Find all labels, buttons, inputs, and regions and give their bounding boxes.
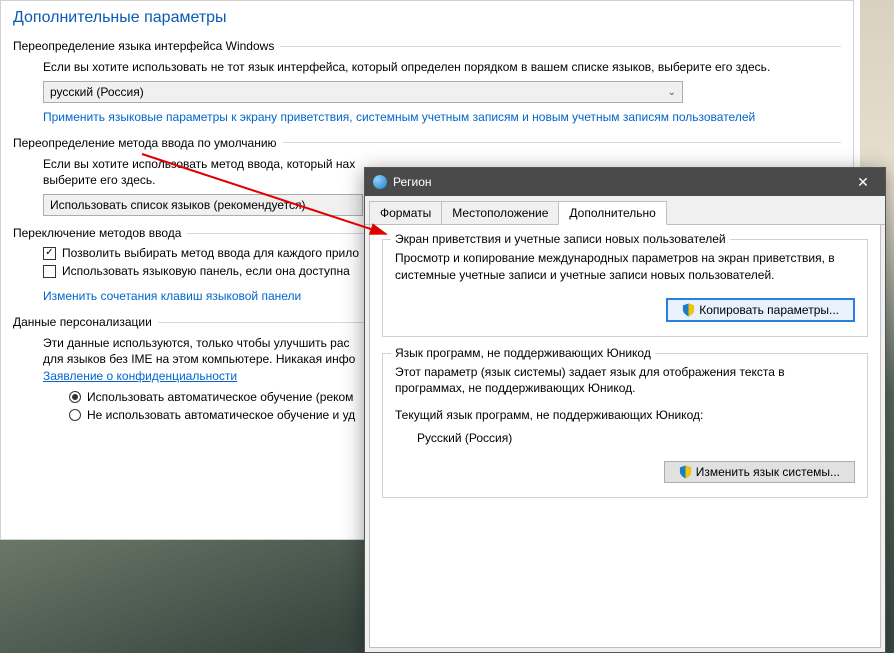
radio-icon [69, 409, 81, 421]
group-description: Если вы хотите использовать не тот язык … [43, 59, 841, 75]
dropdown-value: Использовать список языков (рекомендуетс… [50, 198, 306, 212]
globe-icon [373, 175, 387, 189]
group-heading: Данные персонализации [13, 315, 152, 329]
fieldset-description: Просмотр и копирование международных пар… [395, 250, 855, 284]
close-icon: ✕ [857, 174, 869, 191]
chevron-down-icon: ⌄ [668, 87, 676, 98]
fieldset-description: Этот параметр (язык системы) задает язык… [395, 364, 855, 398]
dialog-title: Регион [393, 175, 432, 189]
display-language-dropdown[interactable]: русский (Россия) ⌄ [43, 81, 683, 103]
current-language-label: Текущий язык программ, не поддерживающих… [395, 407, 855, 424]
region-dialog: Регион ✕ Форматы Местоположение Дополнит… [364, 167, 886, 653]
copy-settings-button[interactable]: Копировать параметры... [666, 298, 855, 322]
tab-advanced[interactable]: Дополнительно [558, 201, 666, 225]
dropdown-value: русский (Россия) [50, 85, 144, 99]
tab-content-advanced: Экран приветствия и учетные записи новых… [369, 225, 881, 648]
tab-location[interactable]: Местоположение [441, 201, 559, 225]
page-title: Дополнительные параметры [13, 9, 841, 27]
button-label: Изменить язык системы... [696, 465, 840, 479]
dialog-titlebar[interactable]: Регион ✕ [365, 168, 885, 196]
group-heading: Переопределение языка интерфейса Windows [13, 39, 274, 53]
tab-formats[interactable]: Форматы [369, 201, 442, 225]
current-language-value: Русский (Россия) [417, 430, 855, 447]
change-system-locale-button[interactable]: Изменить язык системы... [664, 461, 855, 483]
group-display-language-override: Переопределение языка интерфейса Windows… [13, 39, 841, 126]
fieldset-welcome-screen: Экран приветствия и учетные записи новых… [382, 239, 868, 337]
fieldset-legend: Экран приветствия и учетные записи новых… [391, 232, 730, 246]
group-heading: Переключение методов ввода [13, 226, 181, 240]
privacy-statement-link[interactable]: Заявление о конфиденциальности [43, 368, 237, 385]
close-button[interactable]: ✕ [841, 168, 885, 196]
fieldset-legend: Язык программ, не поддерживающих Юникод [391, 346, 655, 360]
divider [283, 142, 841, 143]
checkbox-icon: ✓ [43, 247, 56, 260]
fieldset-non-unicode: Язык программ, не поддерживающих Юникод … [382, 353, 868, 498]
radio-label: Не использовать автоматическое обучение … [87, 408, 355, 422]
divider [280, 46, 841, 47]
shield-icon [679, 465, 692, 479]
apply-language-link[interactable]: Применить языковые параметры к экрану пр… [43, 109, 755, 126]
shield-icon [682, 303, 695, 317]
radio-icon [69, 391, 81, 403]
group-heading: Переопределение метода ввода по умолчани… [13, 136, 277, 150]
radio-label: Использовать автоматическое обучение (ре… [87, 390, 353, 404]
button-label: Копировать параметры... [699, 303, 839, 317]
tab-strip: Форматы Местоположение Дополнительно [365, 196, 885, 225]
checkbox-icon [43, 265, 56, 278]
change-hotkeys-link[interactable]: Изменить сочетания клавиш языковой панел… [43, 288, 301, 305]
checkbox-label: Использовать языковую панель, если она д… [62, 264, 350, 278]
checkbox-label: Позволить выбирать метод ввода для каждо… [62, 246, 359, 260]
input-method-dropdown[interactable]: Использовать список языков (рекомендуетс… [43, 194, 363, 216]
